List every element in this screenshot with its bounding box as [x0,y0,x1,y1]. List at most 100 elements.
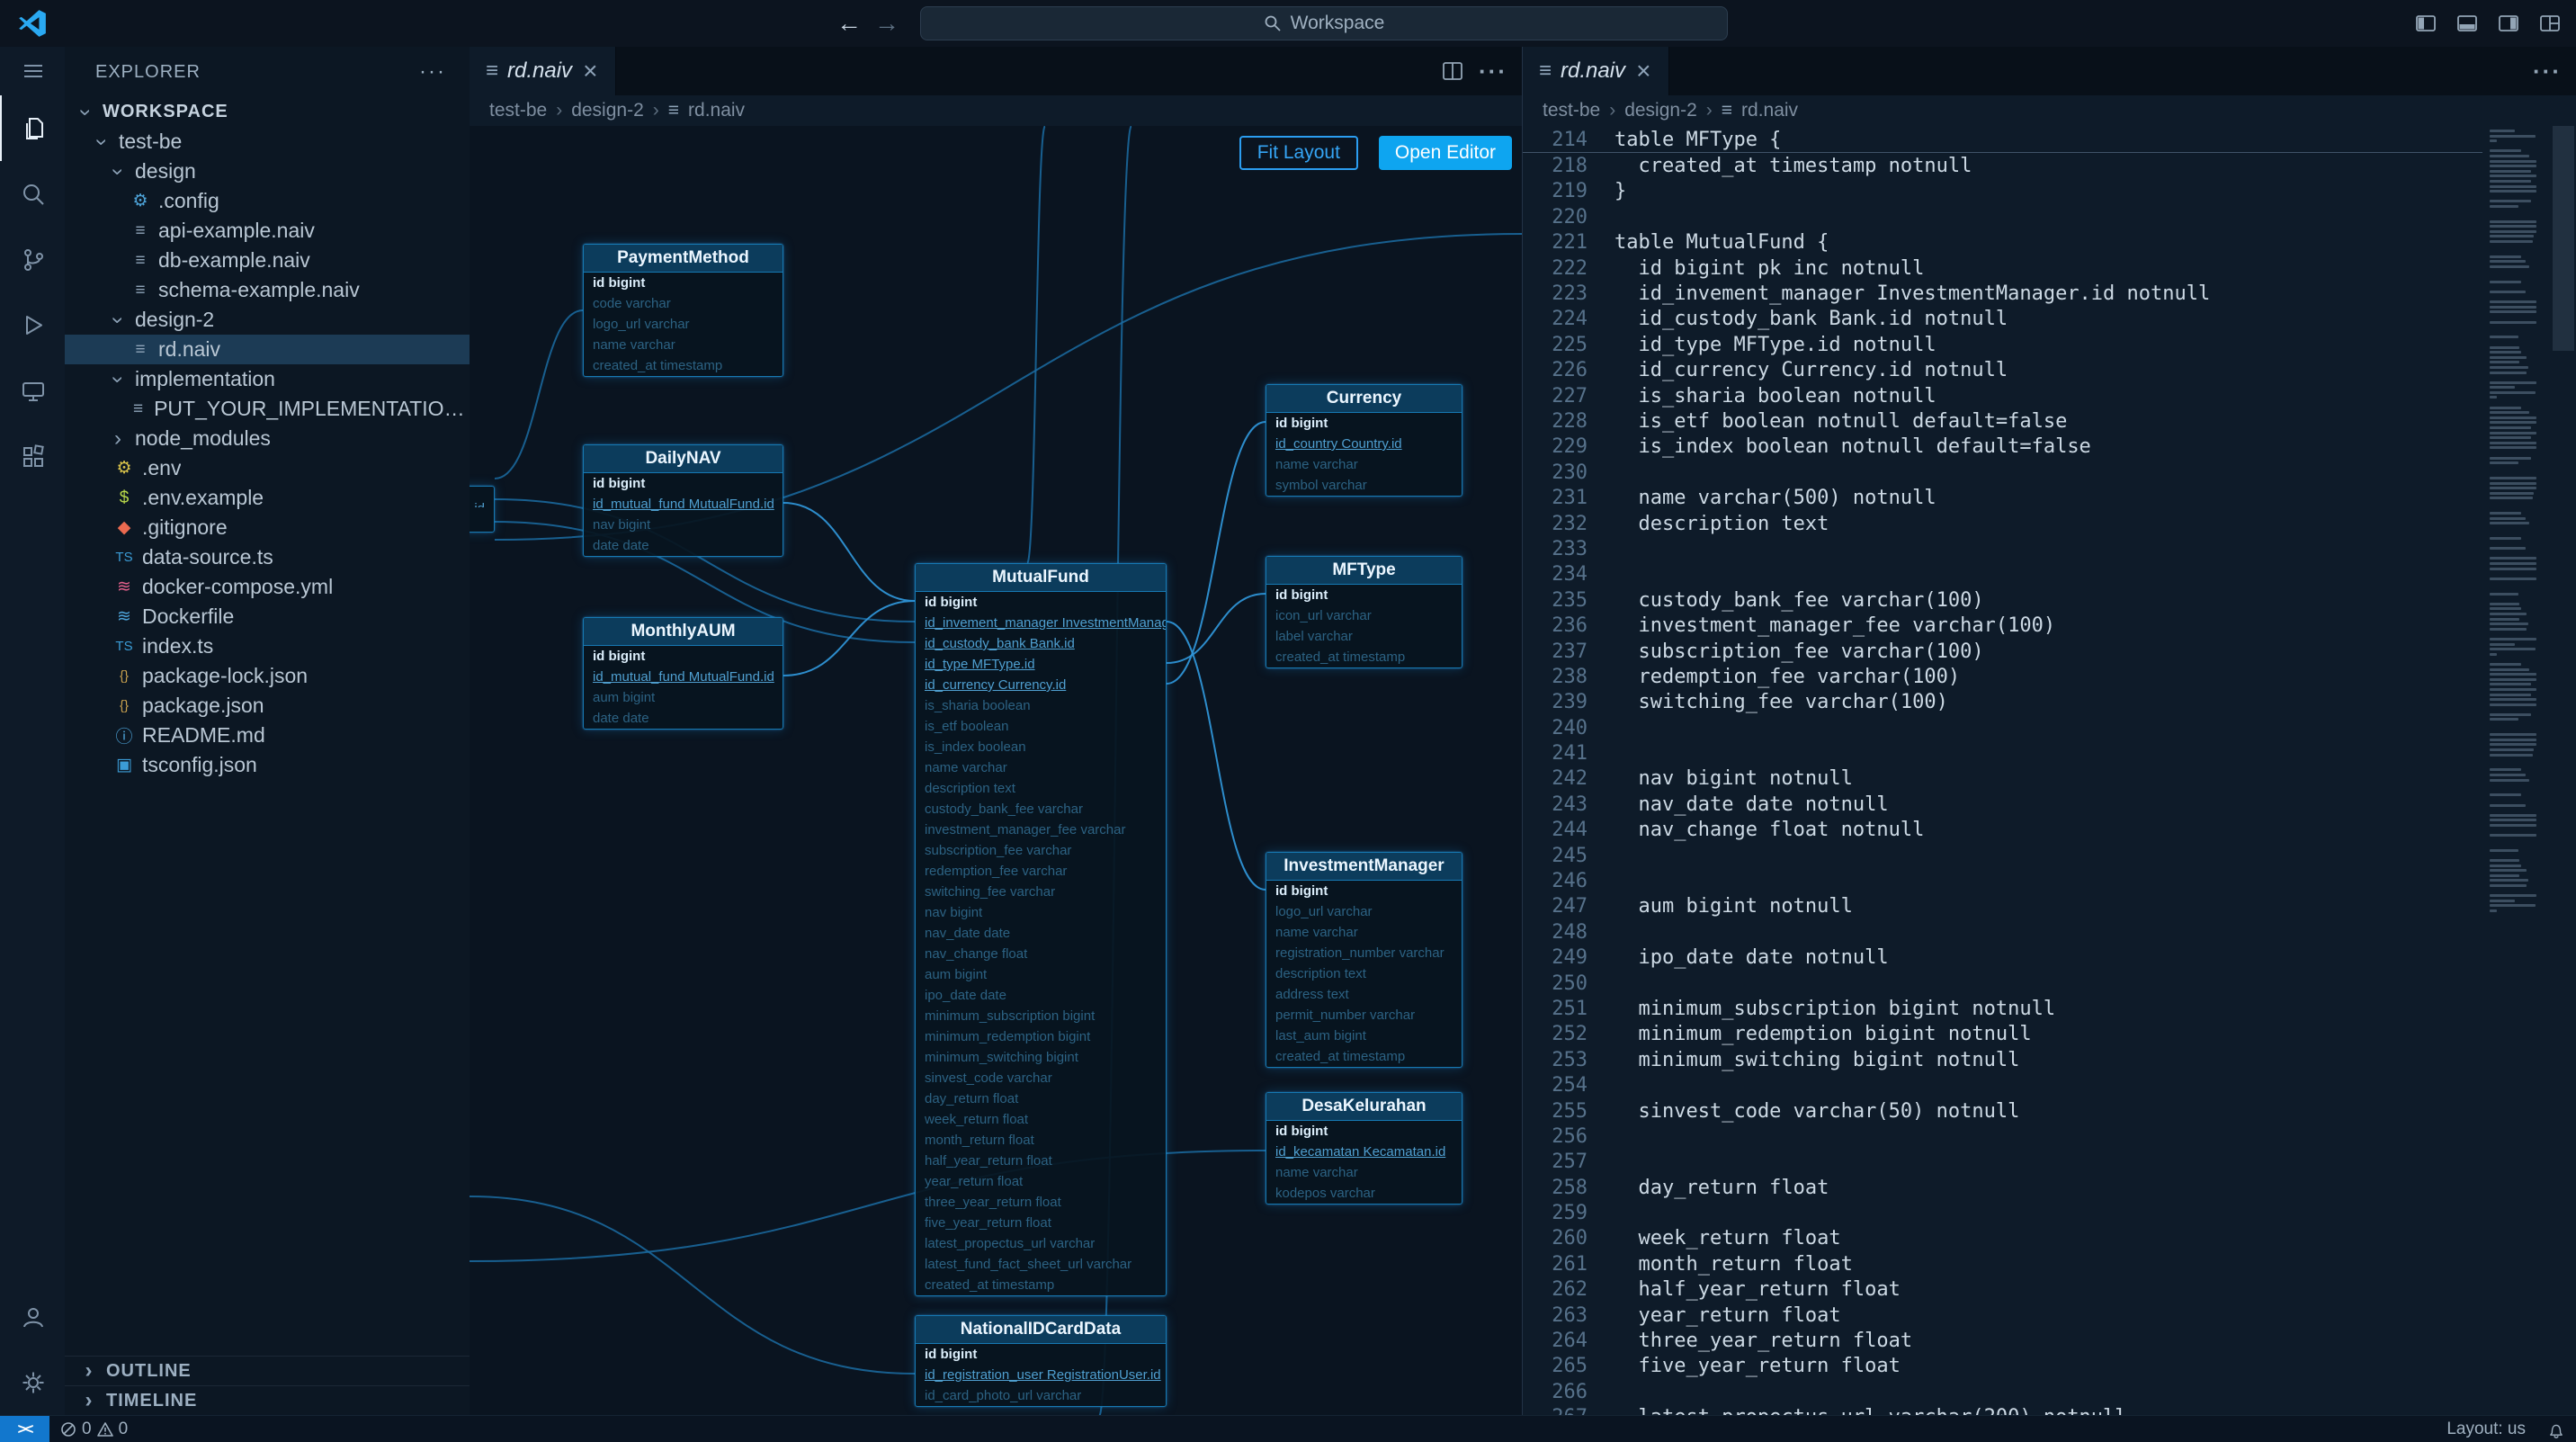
code-line-231[interactable]: 231 name varchar(500) notnull [1523,485,2482,510]
code-line-241[interactable]: 241 [1523,740,2482,766]
code-line-254[interactable]: 254 [1523,1072,2482,1097]
tree-item-design-2[interactable]: ›design-2 [65,305,470,335]
diagram-table-mftype[interactable]: MFTypeid biginticon_url varcharlabel var… [1266,556,1462,668]
layout-status-item[interactable]: Layout: us [2436,1420,2536,1439]
more-actions-button[interactable]: ··· [2533,58,2562,85]
tree-item-config[interactable]: ⚙.config [65,186,470,216]
tree-item-env-example[interactable]: $.env.example [65,483,470,513]
diagram-table-nationalidcarddata[interactable]: NationalIDCardDataid bigintid_registrati… [915,1315,1167,1407]
minimap[interactable] [2486,130,2542,1415]
code-line-239[interactable]: 239 switching_fee varchar(100) [1523,690,2482,715]
more-actions-button[interactable]: ··· [1479,58,1507,85]
close-icon[interactable]: × [1634,57,1652,85]
diagram-table-currency[interactable]: Currencyid bigintid_country Country.idna… [1266,384,1462,497]
accounts-button[interactable] [0,1284,65,1349]
code-line-234[interactable]: 234 [1523,562,2482,587]
scrollbar-thumb[interactable] [2553,126,2574,351]
code-line-252[interactable]: 252 minimum_redemption bigint notnull [1523,1022,2482,1047]
tree-item-implementation[interactable]: ›implementation [65,364,470,394]
forward-button[interactable]: → [874,9,899,38]
code-line-240[interactable]: 240 [1523,715,2482,740]
menu-button[interactable] [0,47,65,95]
code-line-259[interactable]: 259 [1523,1200,2482,1225]
code-line-242[interactable]: 242 nav bigint notnull [1523,766,2482,792]
tree-item-data-source-ts[interactable]: TSdata-source.ts [65,542,470,572]
breadcrumb-item[interactable]: test-be [1543,100,1600,121]
code-line-243[interactable]: 243 nav_date date notnull [1523,792,2482,817]
tab-rd-naiv[interactable]: ≡ rd.naiv × [470,47,616,95]
code-line-236[interactable]: 236 investment_manager_fee varchar(100) [1523,613,2482,638]
fit-layout-button[interactable]: Fit Layout [1239,136,1358,170]
tree-item-index-ts[interactable]: TSindex.ts [65,631,470,661]
code-line-219[interactable]: 219} [1523,179,2482,204]
diagram-table-investmentmanager[interactable]: InvestmentManagerid bigintlogo_url varch… [1266,852,1462,1068]
tree-item-env[interactable]: ⚙.env [65,453,470,483]
workspace-search-box[interactable]: Workspace [920,6,1728,40]
diagram-table-dailynav[interactable]: DailyNAVid bigintid_mutual_fund MutualFu… [583,444,783,557]
code-line-224[interactable]: 224 id_custody_bank Bank.id notnull [1523,307,2482,332]
remote-indicator[interactable]: >< [0,1416,49,1442]
code-line-255[interactable]: 255 sinvest_code varchar(50) notnull [1523,1098,2482,1124]
tree-item-workspace[interactable]: ›WORKSPACE [65,97,470,127]
code-line-257[interactable]: 257 [1523,1150,2482,1175]
problems-status[interactable]: 0 0 [49,1416,139,1442]
settings-button[interactable] [0,1349,65,1415]
code-editor[interactable]: 214table MFType {218 created_at timestam… [1523,126,2576,1415]
code-line-233[interactable]: 233 [1523,536,2482,561]
timeline-section-header[interactable]: › TIMELINE [65,1385,470,1415]
er-diagram-canvas[interactable]: PaymentMethodid bigintcode varcharlogo_u… [470,126,1522,1415]
tree-item-put-your-implementation-api-h[interactable]: ≡PUT_YOUR_IMPLEMENTATION_API_H… [65,394,470,424]
code-line-227[interactable]: 227 is_sharia boolean notnull [1523,383,2482,408]
code-line-232[interactable]: 232 description text [1523,511,2482,536]
code-line-262[interactable]: 262 half_year_return float [1523,1277,2482,1303]
code-line-223[interactable]: 223 id_invement_manager InvestmentManage… [1523,281,2482,306]
code-line-222[interactable]: 222 id bigint pk inc notnull [1523,255,2482,281]
code-line-267[interactable]: 267 latest_propectus_url varchar(200) no… [1523,1405,2482,1415]
code-line-253[interactable]: 253 minimum_switching bigint notnull [1523,1047,2482,1072]
back-button[interactable]: ← [836,9,862,38]
close-icon[interactable]: × [581,57,599,85]
remote-explorer-activity-button[interactable] [0,358,65,424]
code-line-228[interactable]: 228 is_etf boolean notnull default=false [1523,408,2482,434]
tree-item-tsconfig-json[interactable]: ▣tsconfig.json [65,750,470,780]
code-line-214[interactable]: 214table MFType { [1523,128,2482,153]
code-line-249[interactable]: 249 ipo_date date notnull [1523,945,2482,971]
source-control-activity-button[interactable] [0,227,65,292]
split-editor-button[interactable] [1441,59,1464,83]
tab-rd-naiv[interactable]: ≡ rd.naiv × [1523,47,1669,95]
code-line-220[interactable]: 220 [1523,204,2482,229]
code-line-235[interactable]: 235 custody_bank_fee varchar(100) [1523,587,2482,613]
notifications-bell[interactable] [2536,1420,2576,1438]
tree-item-db-example-naiv[interactable]: ≡db-example.naiv [65,246,470,275]
code-line-225[interactable]: 225 id_type MFType.id notnull [1523,332,2482,357]
tree-item-docker-compose-yml[interactable]: ≋docker-compose.yml [65,572,470,602]
code-line-266[interactable]: 266 [1523,1379,2482,1404]
breadcrumb-item[interactable]: rd.naiv [688,100,745,121]
diagram-table-desakelurahan[interactable]: DesaKelurahanid bigintid_kecamatan Kecam… [1266,1092,1462,1205]
explorer-activity-button[interactable] [0,95,65,161]
code-line-237[interactable]: 237 subscription_fee varchar(100) [1523,639,2482,664]
explorer-more-actions-button[interactable]: ··· [419,59,446,85]
customize-layout-button[interactable] [2535,8,2565,39]
breadcrumb-item[interactable]: test-be [489,100,547,121]
run-debug-activity-button[interactable] [0,292,65,358]
toggle-primary-sidebar-button[interactable] [2411,8,2441,39]
code-line-261[interactable]: 261 month_return float [1523,1251,2482,1276]
editor-scrollbar[interactable] [2549,126,2576,1415]
code-line-251[interactable]: 251 minimum_subscription bigint notnull [1523,996,2482,1021]
diagram-table-mutualfund[interactable]: MutualFundid bigintid_invement_manager I… [915,563,1167,1296]
breadcrumb-item[interactable]: design-2 [1624,100,1697,121]
tree-item-dockerfile[interactable]: ≋Dockerfile [65,602,470,631]
code-line-245[interactable]: 245 [1523,843,2482,868]
tree-item-test-be[interactable]: ›test-be [65,127,470,157]
diagram-table-paymentmethod[interactable]: PaymentMethodid bigintcode varcharlogo_u… [583,244,783,377]
tree-item-readme-md[interactable]: ⓘREADME.md [65,721,470,750]
code-line-264[interactable]: 264 three_year_return float [1523,1328,2482,1353]
code-line-221[interactable]: 221table MutualFund { [1523,230,2482,255]
toggle-panel-button[interactable] [2452,8,2482,39]
code-line-246[interactable]: 246 [1523,868,2482,893]
code-line-244[interactable]: 244 nav_change float notnull [1523,818,2482,843]
outline-section-header[interactable]: › OUTLINE [65,1356,470,1385]
toggle-secondary-sidebar-button[interactable] [2493,8,2524,39]
diagram-table-monthlyaum[interactable]: MonthlyAUMid bigintid_mutual_fund Mutual… [583,617,783,730]
